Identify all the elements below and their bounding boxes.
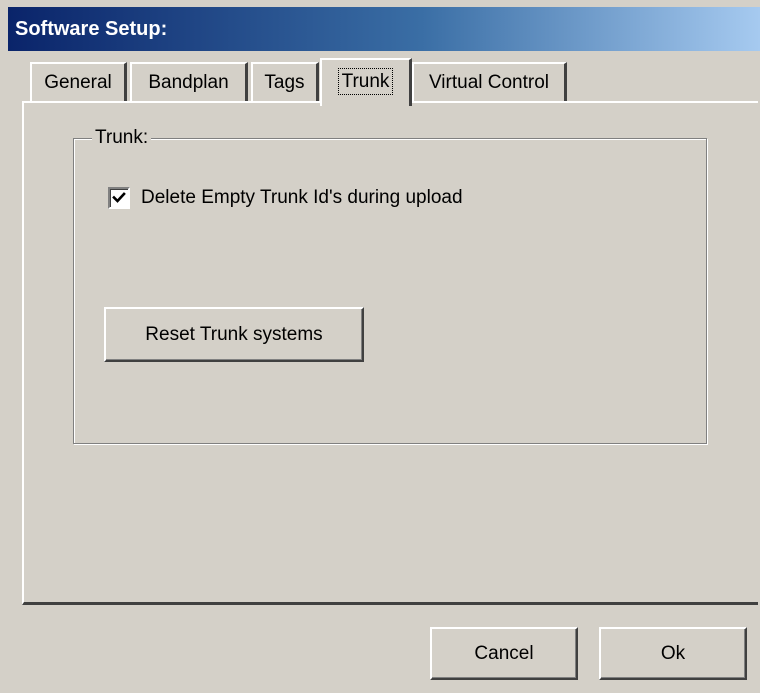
check-icon <box>112 192 126 203</box>
title-bar[interactable]: Software Setup: <box>8 7 760 51</box>
tab-bandplan[interactable]: Bandplan <box>130 62 248 102</box>
tab-virtual-control[interactable]: Virtual Control <box>412 62 567 102</box>
software-setup-dialog: Software Setup: General Bandplan Tags Tr… <box>0 0 760 693</box>
tab-bandplan-label: Bandplan <box>148 72 229 93</box>
trunk-group-label: Trunk: <box>92 127 152 149</box>
delete-empty-trunk-ids-checkbox[interactable] <box>108 187 130 209</box>
cancel-button[interactable]: Cancel <box>430 627 578 680</box>
tab-general[interactable]: General <box>30 62 127 102</box>
tab-trunk[interactable]: Trunk <box>320 58 412 106</box>
tab-tags[interactable]: Tags <box>251 62 319 102</box>
trunk-groupbox <box>73 138 707 444</box>
tab-trunk-label: Trunk <box>337 68 394 95</box>
trunk-tab-panel: Trunk: Delete Empty Trunk Id's during up… <box>22 101 758 605</box>
window-title: Software Setup: <box>15 18 168 40</box>
tab-tags-label: Tags <box>264 72 305 93</box>
delete-empty-trunk-ids-label: Delete Empty Trunk Id's during upload <box>141 187 463 208</box>
delete-empty-trunk-ids-option[interactable]: Delete Empty Trunk Id's during upload <box>108 185 463 211</box>
tab-general-label: General <box>44 72 112 93</box>
reset-trunk-systems-button[interactable]: Reset Trunk systems <box>104 307 364 362</box>
tab-virtual-control-label: Virtual Control <box>428 72 550 93</box>
ok-button[interactable]: Ok <box>599 627 747 680</box>
